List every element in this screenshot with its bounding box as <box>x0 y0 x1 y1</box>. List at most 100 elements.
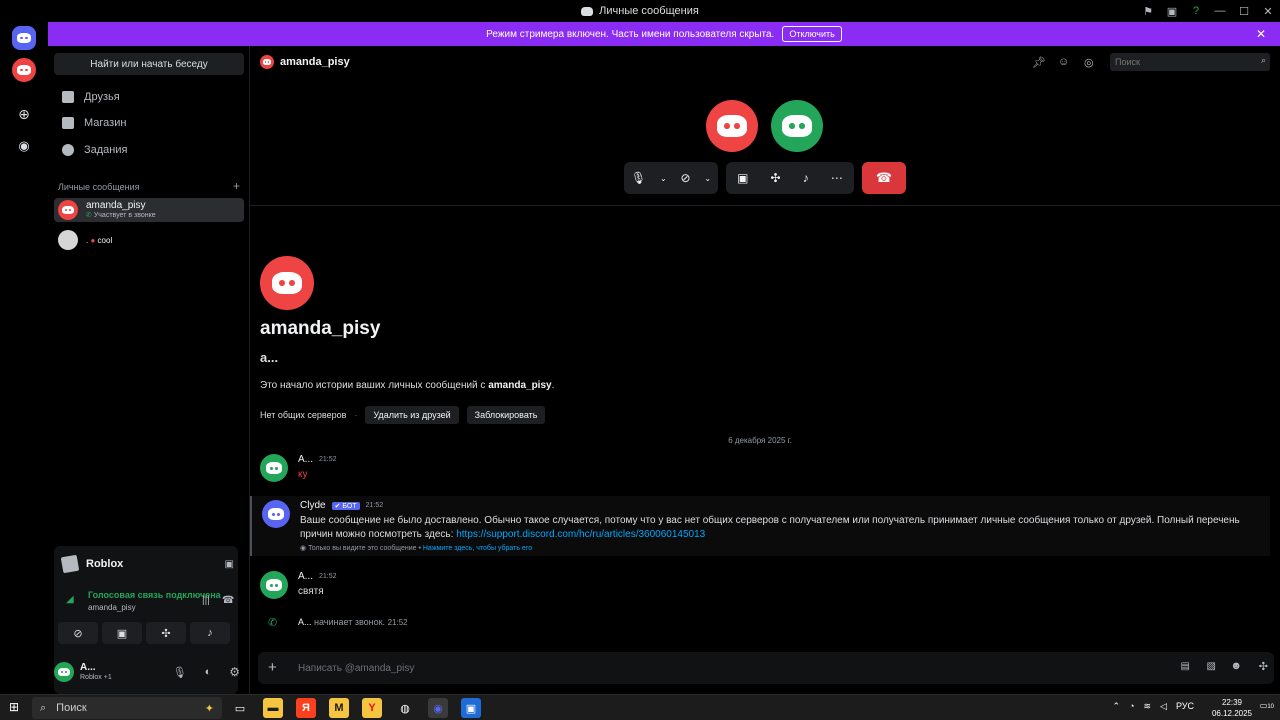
discord-taskbar-icon[interactable]: ◉ <box>428 698 448 718</box>
add-server-icon[interactable]: ⊕ <box>12 102 36 126</box>
avatar[interactable] <box>260 571 288 599</box>
disable-streamer-button[interactable]: Отключить <box>782 26 842 42</box>
add-dm-icon[interactable]: + <box>233 180 240 192</box>
start-icon[interactable]: ⊞ <box>9 700 19 714</box>
help-icon[interactable]: ? <box>1184 5 1208 17</box>
camera-off-button[interactable]: ⊘ <box>58 622 98 644</box>
more-icon[interactable]: ⋯ <box>831 171 843 185</box>
remove-friend-button[interactable]: Удалить из друзей <box>365 406 459 424</box>
network-icon[interactable]: ◔ <box>1129 701 1134 712</box>
apps-icon[interactable]: ✣ <box>1259 660 1268 673</box>
language-indicator[interactable]: РУС <box>1176 701 1194 712</box>
block-button[interactable]: Заблокировать <box>466 406 546 424</box>
voice-status[interactable]: Голосовая связь подключена <box>88 590 221 600</box>
message-author[interactable]: A... <box>298 454 313 465</box>
find-conversation-button[interactable]: Найти или начать беседу <box>54 53 244 75</box>
sidebar-item-quests[interactable]: Задания <box>54 138 244 162</box>
yandex-browser-icon[interactable]: Я <box>296 698 316 718</box>
welcome-text-prefix: Это начало истории ваших личных сообщени… <box>260 380 486 391</box>
message-author[interactable]: Clyde <box>300 500 326 511</box>
dm-item-amanda[interactable]: amanda_pisy ✆ Участвует в звонке <box>54 198 244 222</box>
hang-up-button[interactable]: ☎ <box>862 162 906 194</box>
profile-icon[interactable]: ◎ <box>1084 56 1096 69</box>
soundboard-icon: ♪ <box>207 627 213 639</box>
screen-icon[interactable]: ▣ <box>1160 5 1184 18</box>
activities-icon[interactable]: ✣ <box>771 171 781 185</box>
volume-icon[interactable]: ◁ <box>1160 701 1167 712</box>
beeline-icon[interactable]: M <box>329 698 349 718</box>
support-link[interactable]: https://support.discord.com/hc/ru/articl… <box>456 529 705 540</box>
wifi-icon[interactable]: ≋ <box>1144 701 1152 712</box>
sidebar-item-friends[interactable]: Друзья <box>54 85 244 109</box>
dm-server-avatar[interactable] <box>12 58 36 82</box>
message-composer: + ▤ ▧ ☻ ✣ <box>258 652 1274 684</box>
avatar[interactable] <box>260 454 288 482</box>
camera-off-icon[interactable]: ⊘ <box>680 171 690 185</box>
add-attachment-icon[interactable]: + <box>268 659 277 676</box>
noise-suppression-icon[interactable]: ||| <box>202 595 210 606</box>
screen-share-icon[interactable]: ▣ <box>737 171 748 185</box>
message-author[interactable]: A... <box>298 571 313 582</box>
add-member-icon[interactable]: ☺ <box>1058 56 1070 68</box>
avatar <box>58 200 78 220</box>
soundboard-button[interactable]: ♪ <box>190 622 230 644</box>
search-input[interactable] <box>1110 53 1270 71</box>
discover-icon[interactable]: ◉ <box>12 134 36 158</box>
emoji-icon[interactable]: ☻ <box>1230 660 1242 672</box>
welcome-avatar[interactable] <box>260 256 314 310</box>
close-icon[interactable]: ✕ <box>1256 27 1266 41</box>
message: Clyde ✔ БОТ 21:52 Ваше сообщение не было… <box>250 496 1270 556</box>
settings-icon[interactable]: ⚙ <box>229 665 240 679</box>
minimize-button[interactable]: — <box>1208 5 1232 17</box>
chevron-down-icon[interactable]: ⌄ <box>704 174 711 183</box>
inbox-icon[interactable]: ⚑ <box>1136 5 1160 18</box>
search-icon: ⌕ <box>1260 55 1266 65</box>
discord-logo-icon <box>271 271 303 295</box>
message-input[interactable] <box>298 652 998 684</box>
mic-icon[interactable]: 🎙︎ <box>631 171 646 185</box>
app-icon[interactable]: ▣ <box>461 698 481 718</box>
explorer-icon[interactable]: ▬ <box>263 698 283 718</box>
screen-share-icon[interactable]: ▣ <box>225 559 234 570</box>
message: A... 21:52 ку <box>260 454 1270 484</box>
server-rail: ⊕ ◉ <box>0 22 48 694</box>
call-avatar-amanda[interactable] <box>706 100 758 152</box>
chevron-up-icon[interactable]: ⌃ <box>1113 701 1121 712</box>
activities-icon: ✣ <box>161 627 171 640</box>
task-view-icon[interactable]: ▭ <box>230 698 250 718</box>
title-bar: Личные сообщения ⚑ ▣ ? — ☐ ✕ <box>0 0 1280 22</box>
search-icon: ⌕ <box>40 701 47 714</box>
disconnect-icon[interactable]: ☎ <box>222 595 234 606</box>
avatar[interactable] <box>54 662 74 682</box>
camera-off-icon: ⊘ <box>73 627 83 640</box>
soundboard-icon[interactable]: ♪ <box>803 171 809 185</box>
dm-item-cool[interactable]: . ● cool <box>54 228 244 252</box>
taskbar-clock[interactable]: 22:39 06.12.2025 <box>1212 697 1252 719</box>
message-author[interactable]: A... <box>298 617 312 627</box>
welcome-name: amanda_pisy <box>260 318 381 339</box>
notifications-icon[interactable]: ▭10 <box>1260 701 1274 710</box>
mic-icon[interactable]: 🎙︎ <box>173 666 187 679</box>
sidebar-item-shop[interactable]: Магазин <box>54 111 244 135</box>
headphones-icon[interactable]: ◐ <box>205 666 212 678</box>
phone-icon: ✆ <box>86 212 92 219</box>
user-activity: Roblox +1 <box>80 674 112 681</box>
dismiss-link[interactable]: Нажмите здесь, чтобы убрать его <box>423 545 532 552</box>
close-button[interactable]: ✕ <box>1256 5 1280 18</box>
home-button[interactable] <box>12 26 36 50</box>
sticker-icon[interactable]: ▧ <box>1207 661 1216 672</box>
screen-share-button[interactable]: ▣ <box>102 622 142 644</box>
activities-button[interactable]: ✣ <box>146 622 186 644</box>
obs-icon[interactable]: ◍ <box>395 698 415 718</box>
taskbar-search[interactable]: ⌕ Поиск ✦ <box>32 697 222 719</box>
gif-icon[interactable]: ▤ <box>1181 661 1190 672</box>
call-avatar-self[interactable] <box>771 100 823 152</box>
dm-name-row: . ● cool <box>86 235 112 246</box>
audio-video-controls: 🎙︎ ⌄ ⊘ ⌄ <box>624 162 718 194</box>
avatar[interactable] <box>262 500 290 528</box>
maximize-button[interactable]: ☐ <box>1232 5 1256 18</box>
yandex-icon[interactable]: Y <box>362 698 382 718</box>
pin-icon[interactable]: 📌︎ <box>1032 56 1046 69</box>
activity-row[interactable]: Roblox ▣ <box>60 554 234 574</box>
chevron-down-icon[interactable]: ⌄ <box>660 174 667 183</box>
